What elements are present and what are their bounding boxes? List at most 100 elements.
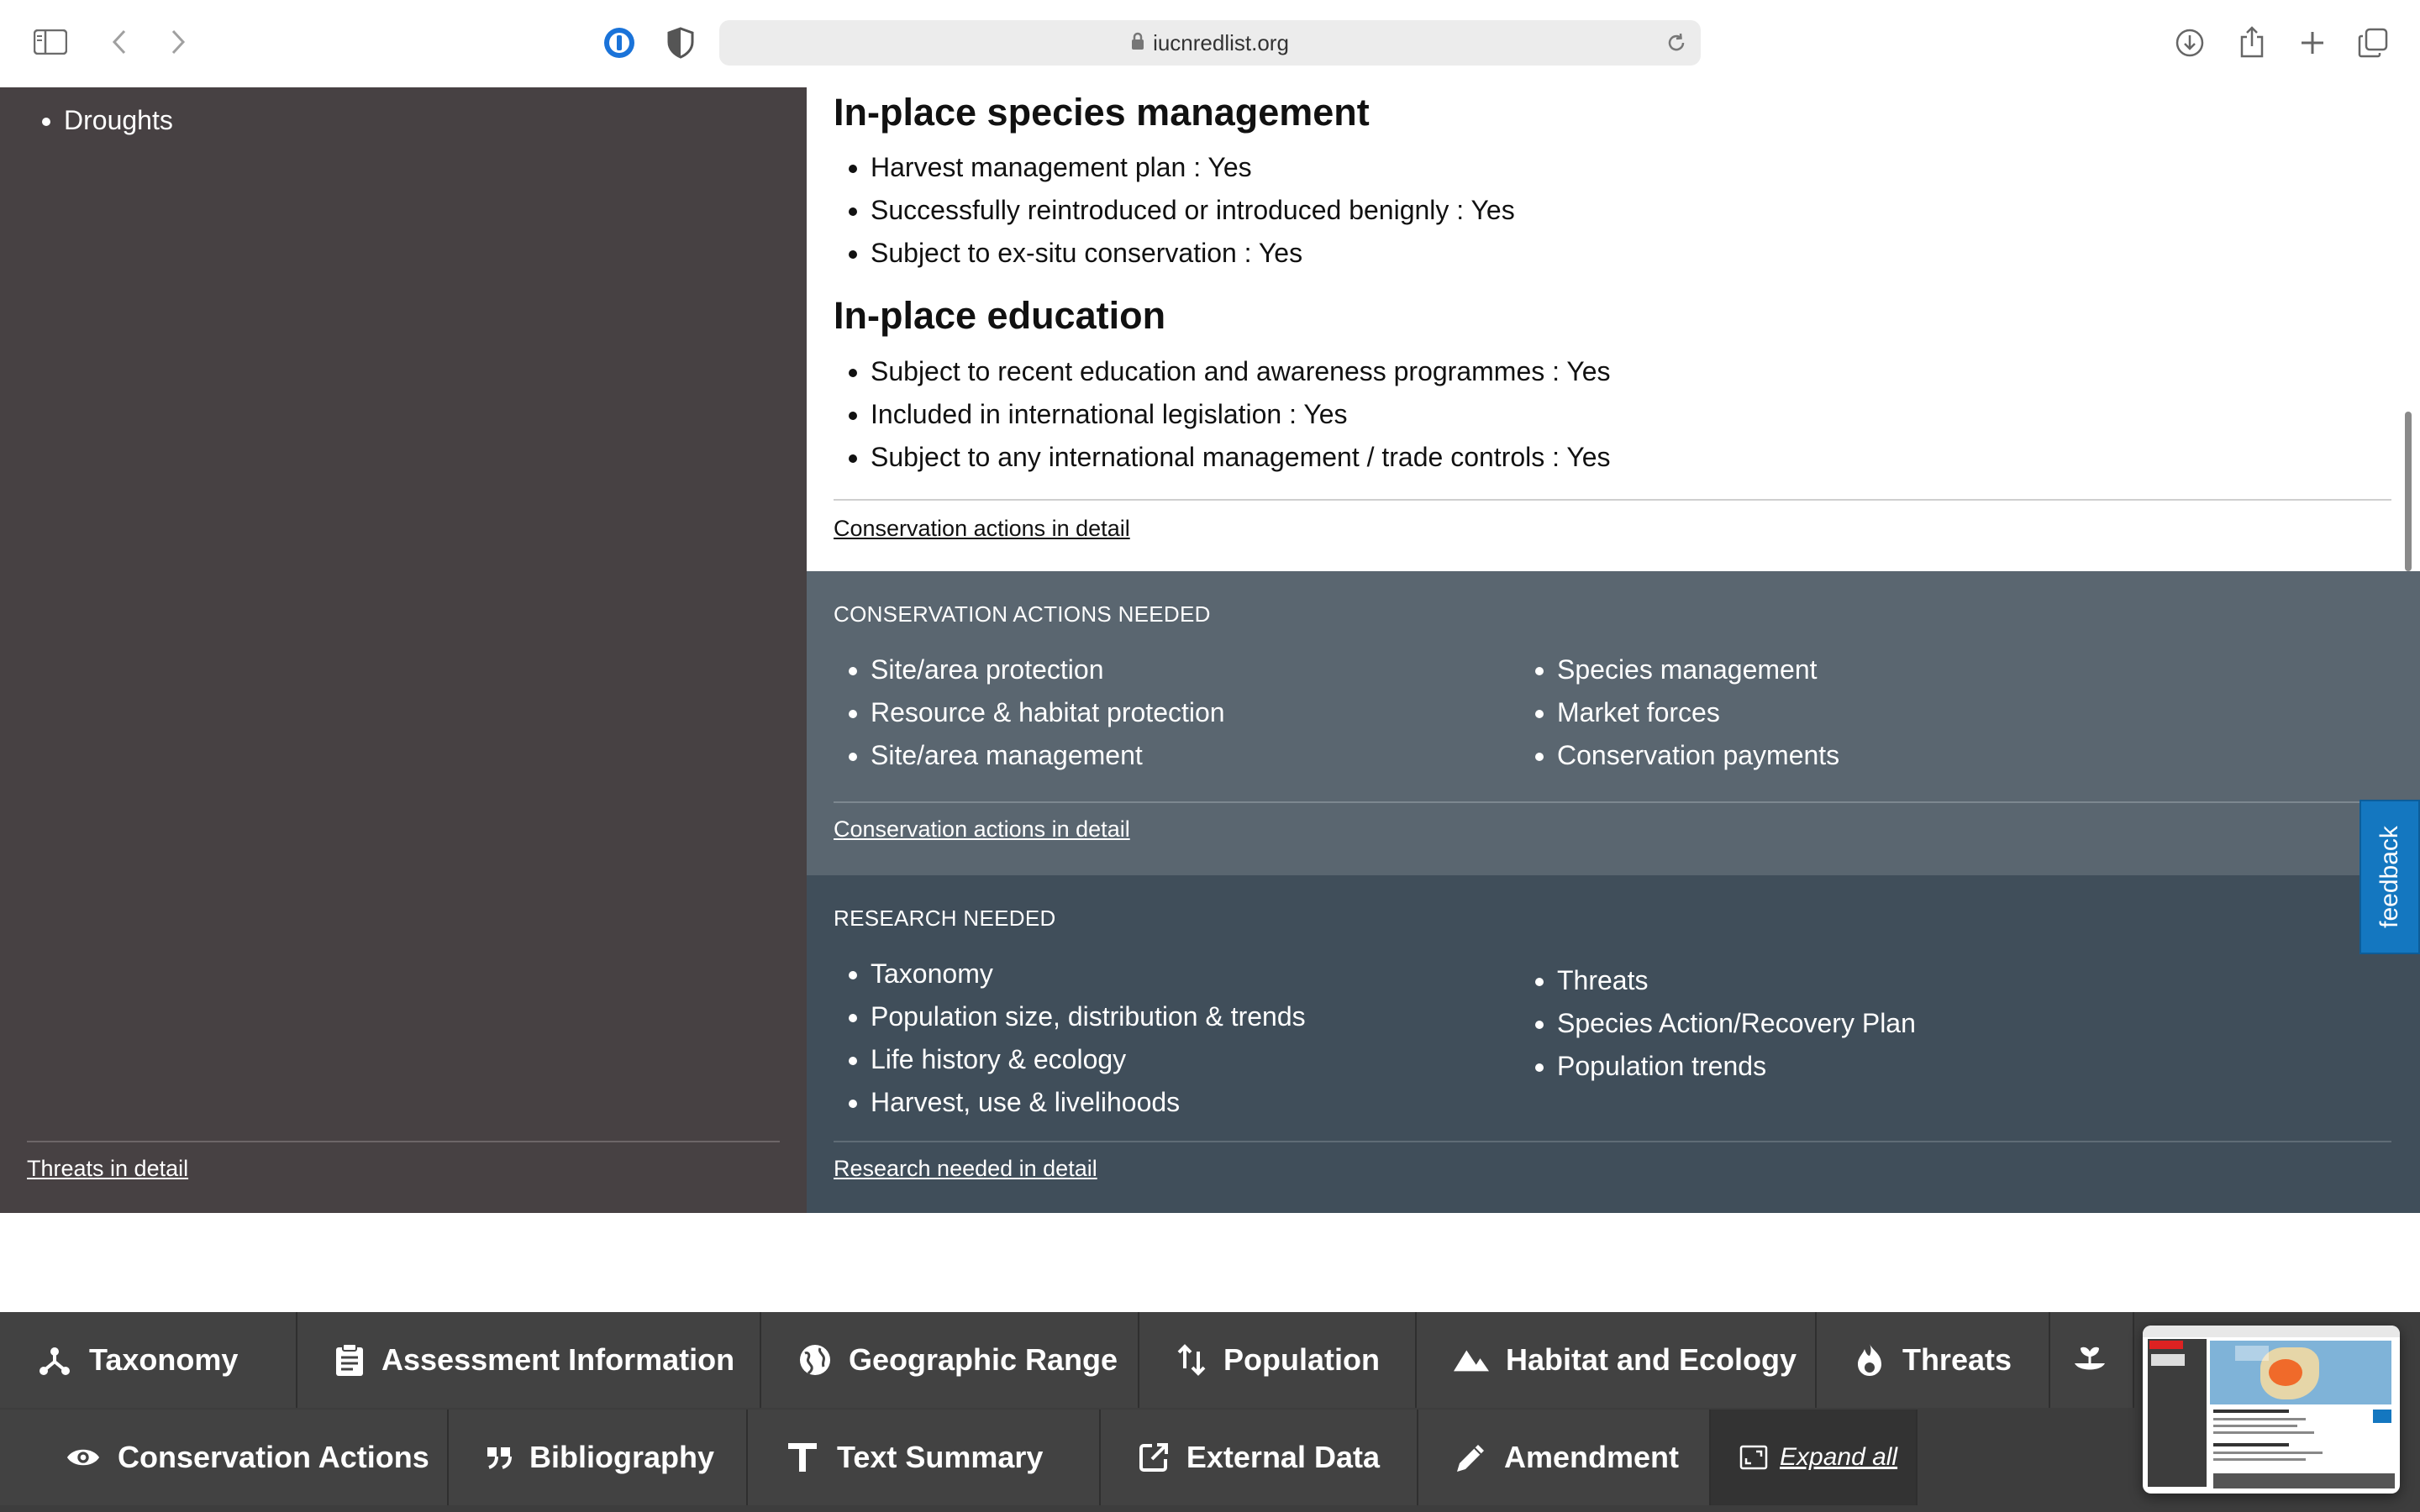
scrollbar-thumb[interactable]	[2405, 412, 2412, 571]
in-place-actions-section: In-place species management Harvest mana…	[807, 87, 2420, 571]
conservation-actions-needed-panel: CONSERVATION ACTIONS NEEDED Site/area pr…	[807, 571, 2420, 875]
list-item: Droughts	[64, 97, 173, 143]
list-item: Population size, distribution & trends	[871, 995, 1306, 1038]
expand-all-button[interactable]: Expand all	[1711, 1410, 1918, 1505]
url-text: iucnredlist.org	[1153, 29, 1289, 55]
list-item: Conservation payments	[1557, 734, 1839, 777]
nav-geographic-range[interactable]: Geographic Range	[761, 1312, 1139, 1408]
browser-toolbar: iucnredlist.org	[0, 0, 2420, 87]
globe-icon	[798, 1343, 832, 1377]
species-management-list: Harvest management plan : Yes Successful…	[834, 146, 1515, 275]
section-heading: In-place species management	[834, 91, 1370, 134]
nav-label: Bibliography	[529, 1440, 715, 1474]
download-icon[interactable]	[2173, 25, 2207, 60]
list-item: Site/area management	[871, 734, 1225, 777]
seedling-icon	[2072, 1343, 2107, 1377]
nav-amendment[interactable]: Amendment	[1418, 1410, 1711, 1505]
panel-title: CONSERVATION ACTIONS NEEDED	[834, 601, 1211, 627]
sidebar-toggle-icon[interactable]	[32, 27, 69, 57]
list-item: Species management	[1557, 648, 1839, 691]
list-item: Site/area protection	[871, 648, 1225, 691]
new-tab-icon[interactable]	[2296, 25, 2329, 60]
education-list: Subject to recent education and awarenes…	[834, 350, 1611, 479]
list-item: Population trends	[1557, 1045, 1916, 1088]
nav-label: Assessment Information	[381, 1342, 735, 1377]
research-list-col1: Taxonomy Population size, distribution &…	[834, 953, 1306, 1124]
nav-conservation-actions[interactable]: Conservation Actions	[0, 1410, 449, 1505]
lock-icon	[1131, 30, 1144, 56]
password-manager-icon[interactable]	[602, 25, 637, 60]
expand-all-label: Expand all	[1780, 1443, 1898, 1471]
feedback-tab[interactable]: feedback	[2360, 800, 2420, 954]
share-icon[interactable]	[2235, 24, 2269, 60]
list-item: Successfully reintroduced or introduced …	[871, 189, 1515, 232]
flame-icon	[1854, 1342, 1886, 1378]
divider	[834, 801, 2391, 803]
nav-label: Amendment	[1504, 1440, 1680, 1474]
nav-row: Conservation Actions Bibliography Text S…	[0, 1410, 1918, 1505]
list-item: Harvest management plan : Yes	[871, 146, 1515, 189]
nav-row: Taxonomy Assessment Information Geograph…	[0, 1312, 2134, 1408]
nav-label: Conservation Actions	[118, 1440, 429, 1474]
actions-list-col1: Site/area protection Resource & habitat …	[834, 648, 1225, 777]
list-item: Species Action/Recovery Plan	[1557, 1002, 1916, 1045]
nav-use-and-trade[interactable]	[2050, 1312, 2134, 1408]
external-link-icon	[1138, 1442, 1170, 1473]
eye-icon	[66, 1445, 101, 1470]
section-heading: In-place education	[834, 294, 1166, 337]
list-item: Subject to recent education and awarenes…	[871, 350, 1611, 393]
list-item: Included in international legislation : …	[871, 393, 1611, 436]
threats-sidebar: Droughts Threats in detail	[0, 87, 807, 1213]
divider	[834, 1141, 2391, 1142]
nav-population[interactable]: Population	[1139, 1312, 1417, 1408]
panel-title: RESEARCH NEEDED	[834, 906, 1056, 931]
expand-icon	[1739, 1445, 1768, 1470]
list-item: Market forces	[1557, 691, 1839, 734]
divider	[27, 1141, 780, 1142]
conservation-actions-detail-link[interactable]: Conservation actions in detail	[834, 816, 1130, 843]
reload-icon[interactable]	[1665, 32, 1687, 60]
nav-text-summary[interactable]: Text Summary	[748, 1410, 1101, 1505]
research-needed-panel: RESEARCH NEEDED Taxonomy Population size…	[807, 875, 2420, 1213]
research-needed-detail-link[interactable]: Research needed in detail	[834, 1156, 1097, 1182]
nav-habitat-and-ecology[interactable]: Habitat and Ecology	[1417, 1312, 1817, 1408]
threats-list: Droughts	[0, 97, 173, 143]
nav-label: Taxonomy	[89, 1342, 239, 1377]
page-thumbnail-preview[interactable]	[2143, 1326, 2400, 1494]
clipboard-icon	[334, 1342, 365, 1378]
pencil-icon	[1455, 1441, 1487, 1473]
taxonomy-icon	[37, 1343, 72, 1377]
section-navigation: Taxonomy Assessment Information Geograph…	[0, 1312, 2420, 1512]
threats-in-detail-link[interactable]: Threats in detail	[27, 1156, 188, 1182]
divider	[834, 499, 2391, 501]
list-item: Subject to any international management …	[871, 436, 1611, 479]
forward-icon[interactable]	[163, 27, 193, 57]
tab-overview-icon[interactable]	[2356, 25, 2390, 60]
nav-label: Geographic Range	[849, 1342, 1118, 1377]
nav-label: Habitat and Ecology	[1506, 1342, 1797, 1377]
address-bar[interactable]: iucnredlist.org	[719, 20, 1701, 66]
actions-list-col2: Species management Market forces Conserv…	[1520, 648, 1839, 777]
list-item: Harvest, use & livelihoods	[871, 1081, 1306, 1124]
text-icon	[785, 1441, 820, 1473]
back-icon[interactable]	[104, 27, 134, 57]
research-list-col2: Threats Species Action/Recovery Plan Pop…	[1520, 959, 1916, 1088]
feedback-label: feedback	[2375, 826, 2404, 928]
nav-threats[interactable]: Threats	[1817, 1312, 2050, 1408]
nav-label: Text Summary	[837, 1440, 1044, 1474]
privacy-shield-icon[interactable]	[664, 25, 697, 60]
conservation-actions-detail-link[interactable]: Conservation actions in detail	[834, 516, 1130, 542]
population-arrows-icon	[1176, 1343, 1207, 1377]
list-item: Resource & habitat protection	[871, 691, 1225, 734]
quote-icon	[486, 1446, 513, 1469]
nav-label: External Data	[1186, 1440, 1380, 1474]
nav-assessment-information[interactable]: Assessment Information	[297, 1312, 761, 1408]
list-item: Life history & ecology	[871, 1038, 1306, 1081]
nav-label: Population	[1223, 1342, 1380, 1377]
nav-external-data[interactable]: External Data	[1101, 1410, 1418, 1505]
nav-label: Threats	[1902, 1342, 2012, 1377]
nav-taxonomy[interactable]: Taxonomy	[0, 1312, 297, 1408]
list-item: Subject to ex-situ conservation : Yes	[871, 232, 1515, 275]
list-item: Taxonomy	[871, 953, 1306, 995]
nav-bibliography[interactable]: Bibliography	[449, 1410, 748, 1505]
